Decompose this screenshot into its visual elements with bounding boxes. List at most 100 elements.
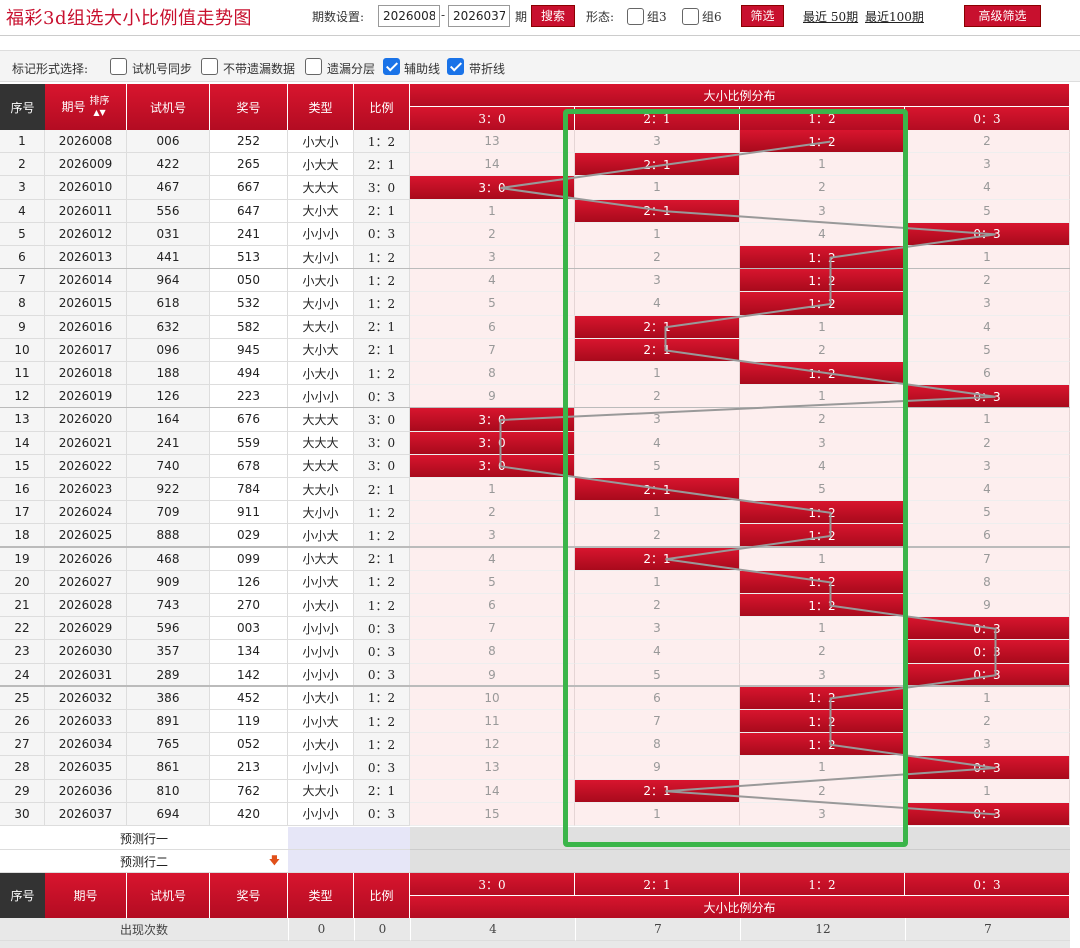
recent-50-link[interactable]: 最近 50期 — [803, 8, 858, 25]
cell-seq: 4 — [0, 199, 45, 223]
cell-ratio: 1：2 — [354, 570, 410, 594]
recent-100-link[interactable]: 最近100期 — [865, 8, 924, 25]
option-label-polyline: 带折线 — [469, 62, 506, 76]
predict-row-2-text: 预测行二 — [119, 854, 168, 869]
sort-control[interactable]: 排序 ▲▼ — [90, 96, 110, 118]
period-to-input[interactable] — [448, 5, 510, 27]
dist-omission-cell: 2 — [410, 222, 575, 246]
cell-seq: 1 — [0, 130, 45, 154]
predict-row-2-input[interactable] — [288, 850, 410, 873]
dist-hit-cell: 0：3 — [905, 385, 1070, 409]
dist-omission-cell: 10 — [410, 686, 575, 710]
cell-seq: 7 — [0, 269, 45, 293]
dist-omission-cell: 15 — [410, 802, 575, 826]
cell-ratio: 1：2 — [354, 246, 410, 270]
cell-period: 2026014 — [45, 269, 127, 293]
dist-omission-cell: 3 — [905, 733, 1070, 757]
dist-omission-cell: 1 — [575, 362, 740, 386]
form-label: 形态: — [586, 10, 615, 24]
dist-omission-cell: 6 — [410, 594, 575, 618]
group3-checkbox[interactable] — [627, 8, 644, 25]
cell-award: 647 — [210, 199, 288, 223]
col-header-ratio[interactable]: 比例 — [354, 84, 410, 130]
dist-omission-cell: 1 — [905, 779, 1070, 803]
dist-omission-cell: 2 — [905, 431, 1070, 455]
cell-period: 2026010 — [45, 176, 127, 200]
footer-header-dist: 大小比例分布 — [410, 895, 1070, 918]
dist-hit-cell: 1：2 — [740, 362, 905, 386]
period-from-input[interactable] — [378, 5, 440, 27]
trend-page: 福彩3d组选大小比例值走势图 期数设置: - 期 搜索 形态: 组3 组6 筛选… — [0, 0, 1080, 948]
cell-seq: 27 — [0, 733, 45, 757]
option-checkbox-polyline[interactable] — [447, 58, 464, 75]
col-header-period[interactable]: 期号 排序 ▲▼ — [45, 84, 127, 130]
cell-award: 050 — [210, 269, 288, 293]
cell-period: 2026020 — [45, 408, 127, 432]
cell-trial: 441 — [127, 246, 210, 270]
stats-label: 出现次数 — [0, 918, 288, 941]
filter-button[interactable]: 筛选 — [741, 5, 784, 27]
cell-award: 119 — [210, 710, 288, 734]
group6-checkbox[interactable] — [682, 8, 699, 25]
cell-award: 762 — [210, 779, 288, 803]
cell-seq: 29 — [0, 779, 45, 803]
cell-trial: 126 — [127, 385, 210, 409]
col-header-trial[interactable]: 试机号 — [127, 84, 210, 130]
col-header-period-label: 期号 — [61, 100, 86, 114]
cell-trial: 422 — [127, 153, 210, 177]
dist-omission-cell: 8 — [410, 362, 575, 386]
cell-seq: 20 — [0, 570, 45, 594]
predict-row-2-dist[interactable] — [410, 850, 1070, 873]
dist-omission-cell: 5 — [905, 199, 1070, 223]
cell-seq: 23 — [0, 640, 45, 664]
dist-hit-cell: 1：2 — [740, 130, 905, 154]
option-label-aux-line: 辅助线 — [404, 62, 441, 76]
dist-omission-cell: 13 — [410, 130, 575, 154]
footer-header-award: 奖号 — [210, 873, 288, 918]
cell-type: 小小大 — [288, 710, 354, 734]
dist-omission-cell: 2 — [740, 176, 905, 200]
dist-omission-cell: 3 — [905, 454, 1070, 478]
cell-award: 945 — [210, 338, 288, 362]
cell-type: 小小小 — [288, 802, 354, 826]
dist-omission-cell: 2 — [410, 501, 575, 525]
dist-omission-cell: 14 — [410, 153, 575, 177]
cell-type: 小小小 — [288, 756, 354, 780]
cell-award: 003 — [210, 617, 288, 641]
advanced-filter-button[interactable]: 高级筛选 — [964, 5, 1041, 27]
option-checkbox-aux-line[interactable] — [383, 58, 400, 75]
col-header-seq[interactable]: 序号 — [0, 84, 45, 130]
cell-period: 2026026 — [45, 547, 127, 571]
cell-type: 大大小 — [288, 779, 354, 803]
cell-seq: 19 — [0, 547, 45, 571]
cell-trial: 468 — [127, 547, 210, 571]
predict-row-1-dist[interactable] — [410, 827, 1070, 850]
option-checkbox-omission-layer[interactable] — [305, 58, 322, 75]
dist-omission-cell: 1 — [740, 385, 905, 409]
cell-period: 2026033 — [45, 710, 127, 734]
cell-trial: 556 — [127, 199, 210, 223]
cell-trial: 596 — [127, 617, 210, 641]
dist-omission-cell: 12 — [410, 733, 575, 757]
cell-ratio: 2：1 — [354, 153, 410, 177]
dist-hit-cell: 1：2 — [740, 292, 905, 316]
predict-row-1-input[interactable] — [288, 827, 410, 850]
cell-type: 小小大 — [288, 524, 354, 548]
arrow-down-icon[interactable]: 🡇 — [269, 852, 280, 871]
option-checkbox-trial-sync[interactable] — [110, 58, 127, 75]
dist-omission-cell: 1 — [905, 246, 1070, 270]
stats-count-1: 7 — [575, 918, 740, 941]
cell-seq: 2 — [0, 153, 45, 177]
dist-omission-cell: 4 — [575, 431, 740, 455]
cell-type: 大大大 — [288, 176, 354, 200]
cell-type: 大小小 — [288, 246, 354, 270]
search-button[interactable]: 搜索 — [531, 5, 575, 27]
col-header-type[interactable]: 类型 — [288, 84, 354, 130]
col-header-award[interactable]: 奖号 — [210, 84, 288, 130]
cell-seq: 5 — [0, 222, 45, 246]
option-checkbox-no-omission[interactable] — [201, 58, 218, 75]
cell-seq: 6 — [0, 246, 45, 270]
dist-hit-cell: 2：1 — [575, 199, 740, 223]
cell-trial: 632 — [127, 315, 210, 339]
dist-omission-cell: 3 — [740, 199, 905, 223]
